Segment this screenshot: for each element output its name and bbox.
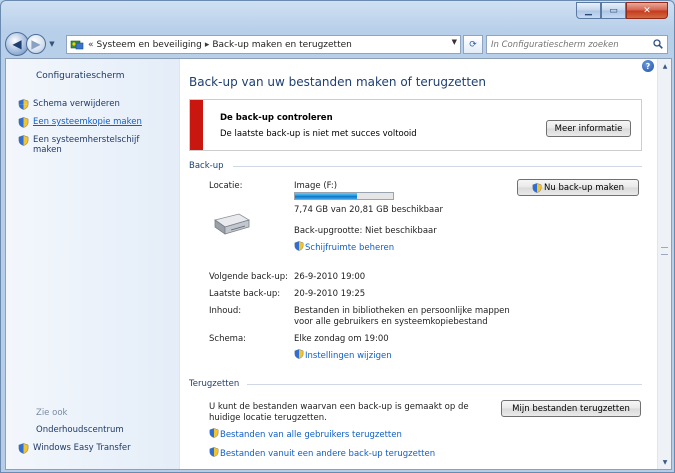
restore-all-users-link[interactable]: Bestanden van alle gebruikers terugzette…	[209, 428, 402, 441]
close-button[interactable]: ✕	[626, 2, 668, 19]
shield-icon	[209, 447, 219, 460]
disk-space-progress-bar	[294, 192, 394, 200]
change-settings-link[interactable]: Instellingen wijzigen	[294, 349, 392, 362]
location-label: Locatie:	[209, 181, 243, 191]
refresh-icon: ⟳	[469, 39, 477, 50]
vertical-scrollbar[interactable]: ▲ ▼	[657, 59, 671, 469]
disk-space-text: 7,74 GB van 20,81 GB beschikbaar	[294, 205, 443, 215]
section-divider	[233, 166, 642, 167]
last-backup-label: Laatste back-up:	[209, 289, 281, 299]
location-value: Image (F:)	[294, 181, 338, 191]
restore-other-backup-link[interactable]: Bestanden vanuit een andere back-up teru…	[209, 447, 435, 460]
refresh-button[interactable]: ⟳	[463, 35, 483, 54]
alert-color-bar	[190, 100, 203, 150]
manage-disk-space-link[interactable]: Schijfruimte beheren	[294, 241, 394, 254]
manage-disk-space-label: Schijfruimte beheren	[305, 242, 395, 253]
shield-icon	[18, 443, 29, 457]
shield-icon	[18, 135, 29, 149]
shield-icon	[294, 349, 304, 362]
restore-other-backup-label: Bestanden vanuit een andere back-up teru…	[220, 448, 436, 459]
alert-message: De laatste back-up is niet met succes vo…	[220, 129, 417, 139]
forward-button[interactable]: ▶	[26, 34, 46, 54]
next-backup-label: Volgende back-up:	[209, 272, 288, 282]
shield-icon	[18, 99, 29, 113]
backup-section-heading: Back-up	[189, 161, 642, 171]
content-value-line-2: voor alle gebruikers en systeemkopiebest…	[294, 317, 488, 327]
disk-space-progress-fill	[295, 193, 357, 199]
content-area: Configuratiescherm Schema verwijderen Ee…	[5, 58, 672, 470]
help-icon[interactable]: ?	[642, 60, 654, 72]
shield-icon	[532, 182, 542, 193]
shield-icon	[18, 117, 29, 131]
backup-section-title: Back-up	[189, 161, 224, 171]
restore-text-line-1: U kunt de bestanden waarvan een back-up …	[209, 402, 469, 412]
minimize-icon: ▁	[585, 5, 592, 16]
section-divider	[247, 384, 642, 385]
left-pane-item-label: Schema verwijderen	[33, 99, 120, 109]
restore-section-heading: Terugzetten	[189, 379, 642, 389]
backup-now-button[interactable]: Nu back-up maken	[517, 179, 639, 196]
restore-text-line-2: huidige locatie terugzetten.	[209, 413, 327, 423]
address-dropdown-icon[interactable]: ▼	[452, 38, 457, 46]
more-info-button[interactable]: Meer informatie	[546, 120, 631, 137]
page-title: Back-up van uw bestanden maken of terugz…	[189, 75, 487, 89]
main-panel: Back-up van uw bestanden maken of terugz…	[189, 59, 659, 469]
breadcrumb-separator-icon[interactable]: ▸	[205, 40, 210, 50]
left-pane-item-label: Windows Easy Transfer	[33, 443, 131, 453]
minimize-button[interactable]: ▁	[576, 2, 601, 19]
content-value-line-1: Bestanden in bibliotheken en persoonlijk…	[294, 306, 510, 316]
change-settings-label: Instellingen wijzigen	[305, 350, 392, 361]
scroll-grip[interactable]	[661, 247, 668, 255]
left-pane-item-label: Een systeemherstelschijf maken	[33, 135, 140, 155]
restore-all-users-label: Bestanden van alle gebruikers terugzette…	[220, 429, 402, 440]
restore-section-title: Terugzetten	[189, 379, 240, 389]
scroll-down-icon[interactable]: ▼	[658, 455, 671, 469]
control-panel-home-link[interactable]: Configuratiescherm	[36, 71, 125, 81]
schedule-value: Elke zondag om 19:00	[294, 334, 389, 344]
backup-size-text: Back-upgrootte: Niet beschikbaar	[294, 226, 437, 236]
search-box[interactable]	[486, 35, 668, 54]
see-also-heading: Zie ook	[36, 408, 68, 418]
recent-pages-dropdown[interactable]: ▼	[47, 40, 57, 48]
left-pane: Configuratiescherm Schema verwijderen Ee…	[6, 59, 180, 469]
left-pane-item-delete-schedule[interactable]: Schema verwijderen	[18, 99, 120, 113]
restore-my-files-button[interactable]: Mijn bestanden terugzetten	[501, 400, 641, 417]
see-also-item-action-center[interactable]: Onderhoudscentrum	[36, 425, 124, 435]
left-pane-item-create-system-image[interactable]: Een systeemkopie maken	[18, 117, 142, 131]
control-panel-icon	[70, 38, 85, 51]
left-pane-item-label: Een systeemkopie maken	[33, 117, 142, 127]
next-backup-value: 26-9-2010 19:00	[294, 272, 366, 282]
scroll-up-icon[interactable]: ▲	[658, 59, 671, 73]
alert-title: De back-up controleren	[220, 113, 333, 123]
shield-icon	[294, 241, 304, 254]
maximize-button[interactable]: ▭	[601, 2, 626, 19]
chevron-down-icon: ▼	[49, 40, 55, 48]
close-icon: ✕	[643, 5, 651, 16]
navigation-bar: ◀ ▶ ▼ « Systeem en beveiliging ▸ Back-up…	[1, 31, 674, 57]
back-arrow-icon: ◀	[12, 37, 22, 51]
caption-buttons: ▁ ▭ ✕	[576, 2, 668, 19]
backup-alert: De back-up controleren De laatste back-u…	[189, 99, 642, 151]
left-pane-item-create-repair-disc[interactable]: Een systeemherstelschijf maken	[18, 135, 168, 155]
schedule-label: Schema:	[209, 334, 247, 344]
see-also-item-easy-transfer[interactable]: Windows Easy Transfer	[18, 443, 131, 457]
window: ▁ ▭ ✕ ◀ ▶ ▼ « Systeem en beveiliging ▸ B…	[0, 0, 675, 473]
shield-icon	[209, 428, 219, 441]
title-bar: ▁ ▭ ✕	[1, 1, 674, 31]
forward-arrow-icon: ▶	[31, 37, 41, 51]
search-icon[interactable]	[653, 39, 663, 52]
drive-icon	[211, 212, 251, 241]
backup-now-label: Nu back-up maken	[544, 182, 624, 193]
search-input[interactable]	[491, 39, 641, 50]
last-backup-value: 20-9-2010 19:25	[294, 289, 366, 299]
address-bar[interactable]: « Systeem en beveiliging ▸ Back-up maken…	[66, 35, 461, 54]
maximize-icon: ▭	[609, 5, 618, 16]
content-label: Inhoud:	[209, 306, 242, 316]
breadcrumb-overflow[interactable]: «	[88, 40, 94, 50]
breadcrumb-backup-restore[interactable]: Back-up maken en terugzetten	[212, 40, 352, 50]
breadcrumb-system-security[interactable]: Systeem en beveiliging	[97, 40, 202, 50]
